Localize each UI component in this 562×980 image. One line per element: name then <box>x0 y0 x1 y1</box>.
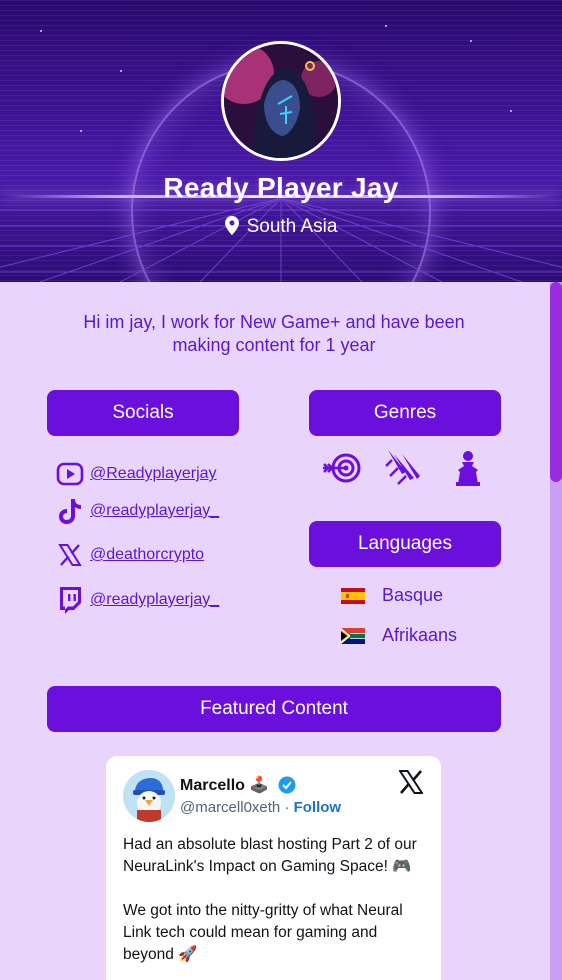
x-logo-icon[interactable] <box>399 770 423 794</box>
handle-separator: · <box>284 799 290 816</box>
social-tiktok[interactable]: @readyplayerjay_ <box>55 496 219 526</box>
south-africa-flag-icon <box>341 627 365 644</box>
profile-location: South Asia <box>0 216 562 241</box>
embedded-tweet-card[interactable]: Marcello 🕹️ @marcell0xeth · Follow Had a… <box>105 755 442 980</box>
language-item: Basque <box>341 585 443 606</box>
tweet-author-name[interactable]: Marcello 🕹️ <box>180 775 269 795</box>
social-link-youtube[interactable]: @Readyplayerjay <box>90 465 217 483</box>
socials-heading[interactable]: Socials <box>47 390 239 436</box>
language-label: Afrikaans <box>382 625 458 645</box>
tweet-author-handle-line: @marcell0xeth · Follow <box>180 799 341 816</box>
avatar-ring <box>221 41 341 161</box>
tweet-text: Had an absolute blast hosting Part 2 of … <box>123 836 417 963</box>
featured-content-heading[interactable]: Featured Content <box>47 686 501 732</box>
target-arrow-icon[interactable] <box>322 448 362 488</box>
social-youtube[interactable]: @Readyplayerjay <box>55 459 217 489</box>
language-item: Afrikaans <box>341 625 457 646</box>
board-game-pawn-icon[interactable] <box>448 448 488 488</box>
avatar <box>224 44 338 158</box>
tweet-author-handle[interactable]: @marcell0xeth <box>180 799 280 816</box>
youtube-icon <box>55 459 85 489</box>
verified-badge-icon <box>278 776 296 794</box>
social-link-twitch[interactable]: @readyplayerjay_ <box>90 591 219 609</box>
social-link-tiktok[interactable]: @readyplayerjay_ <box>90 502 219 520</box>
location-label: South Asia <box>246 216 338 237</box>
tiktok-icon <box>55 496 85 526</box>
social-x[interactable]: @deathorcrypto <box>55 540 204 570</box>
claw-slash-icon[interactable] <box>384 448 424 488</box>
languages-heading[interactable]: Languages <box>309 521 501 567</box>
profile-header: Ready Player Jay South Asia <box>0 0 562 282</box>
social-twitch[interactable]: @readyplayerjay_ <box>55 585 219 615</box>
social-link-x[interactable]: @deathorcrypto <box>90 546 204 564</box>
follow-button[interactable]: Follow <box>294 799 342 816</box>
location-pin-icon <box>224 216 239 241</box>
spain-flag-icon <box>341 587 365 604</box>
tweet-author-avatar[interactable] <box>123 770 175 822</box>
twitch-icon <box>55 585 85 615</box>
genres-heading[interactable]: Genres <box>309 390 501 436</box>
profile-name: Ready Player Jay <box>163 172 399 203</box>
scrollbar-thumb[interactable] <box>550 282 562 482</box>
profile-bio: Hi im jay, I work for New Game+ and have… <box>83 312 465 355</box>
language-label: Basque <box>382 585 444 605</box>
x-icon <box>55 540 85 570</box>
